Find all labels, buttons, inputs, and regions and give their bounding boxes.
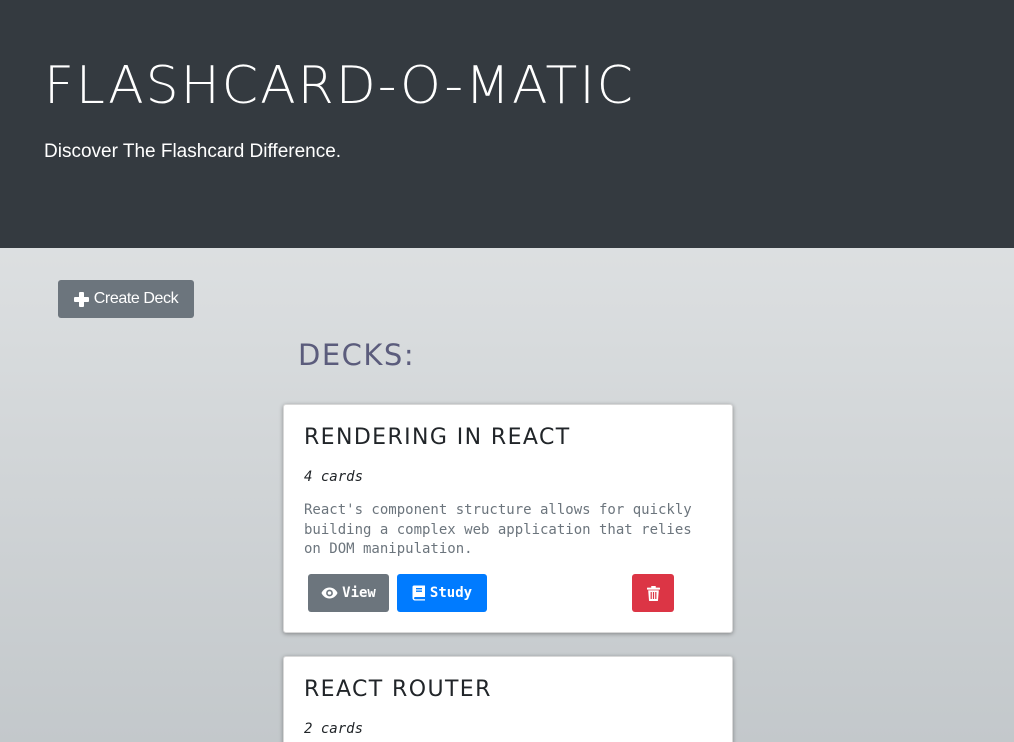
delete-button[interactable] — [632, 574, 674, 612]
deck-description: React's component structure allows for q… — [304, 502, 692, 557]
deck-card: REACT ROUTER 2 cards — [283, 656, 733, 742]
page-header: FLASHCARD-O-MATIC Discover The Flashcard… — [0, 0, 1014, 248]
book-icon — [412, 585, 426, 601]
decks-heading: DECKS: — [298, 338, 416, 372]
deck-name: REACT ROUTER — [304, 677, 492, 702]
trash-icon — [646, 585, 660, 601]
app-title: FLASHCARD-O-MATIC — [44, 56, 635, 116]
study-button[interactable]: Study — [397, 574, 487, 612]
view-label: View — [342, 585, 376, 601]
deck-card-count: 4 cards — [304, 469, 364, 485]
create-deck-button[interactable]: Create Deck — [58, 280, 194, 318]
deck-card: RENDERING IN REACT 4 cards React's compo… — [283, 404, 733, 633]
app-subtitle: Discover The Flashcard Difference. — [44, 141, 342, 162]
deck-name: RENDERING IN REACT — [304, 425, 571, 450]
eye-icon — [321, 587, 338, 599]
study-label: Study — [429, 585, 473, 601]
deck-card-count: 2 cards — [304, 721, 364, 737]
view-button[interactable]: View — [308, 574, 389, 612]
plus-icon — [73, 291, 89, 307]
create-deck-label: Create Deck — [93, 290, 179, 307]
